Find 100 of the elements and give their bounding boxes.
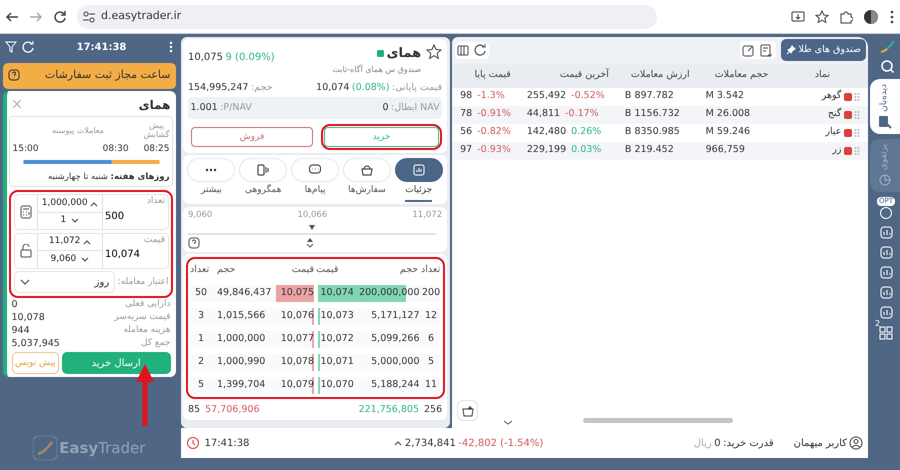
drag-handle-icon[interactable] [854, 92, 860, 102]
volume-value: 26.008 M [706, 108, 750, 120]
sell-count: 3 [196, 308, 206, 323]
unlock-icon[interactable] [20, 244, 32, 258]
add-icon [460, 404, 475, 418]
sell-volume: 1,399,704 [216, 378, 266, 392]
nav-label: NAV ابطال: [391, 101, 440, 116]
drag-handle-icon[interactable] [854, 128, 860, 138]
column-header: حجم [217, 262, 236, 277]
buy-total-volume: 221,756,805 [358, 403, 419, 418]
info-label: هزینه معامله [123, 324, 170, 337]
last-price: 10,075 [188, 51, 223, 65]
min-step-button[interactable]: 1 [38, 212, 102, 230]
price-change: 9 (0.09%) [226, 51, 275, 65]
sell-volume: 1,000,990 [216, 354, 266, 369]
scrollbar[interactable] [583, 418, 734, 423]
max-step-button[interactable]: 1,000,000 [38, 195, 102, 213]
chevron-down-icon [20, 279, 30, 286]
watchlist-select-button[interactable]: صندوق های طلا [780, 39, 866, 61]
user-name[interactable]: کاربر میهمان [794, 436, 847, 450]
side-tab[interactable]: دیده‌بان [870, 79, 900, 134]
caret-down-icon [81, 256, 90, 262]
caret-down-icon [71, 218, 80, 224]
buy-price: 10,072 [320, 332, 355, 346]
buy-total-count: 256 [424, 403, 442, 418]
reload-icon[interactable] [53, 10, 67, 24]
refresh-icon[interactable] [474, 44, 486, 56]
profile-avatar-icon[interactable] [863, 8, 879, 24]
drag-handle-icon[interactable] [854, 146, 860, 156]
grid-icon[interactable] [878, 324, 894, 341]
nav-value: 0 [382, 101, 389, 116]
symbol-name[interactable]: عیار [825, 125, 842, 140]
market-index: 2,734,841 [404, 436, 456, 450]
portfolio-icon [878, 172, 892, 187]
bar-chart-icon[interactable] [878, 304, 894, 320]
site-settings-icon[interactable] [82, 10, 96, 24]
field-label: قیمت [142, 234, 165, 247]
columns-icon[interactable] [457, 44, 470, 56]
column-header: قیمت [316, 262, 338, 277]
currency-label: ریال [694, 436, 712, 450]
chevron-down-icon[interactable] [306, 243, 314, 249]
max-step-button[interactable]: 11,072 [38, 234, 102, 252]
buy-price: 10,073 [320, 308, 355, 323]
close-price: 97 [460, 143, 472, 158]
symbol-name[interactable]: زر [832, 143, 842, 158]
buy-volume: 5,171,127 [370, 308, 420, 323]
sell-price: 10,075 [280, 286, 314, 300]
buy-count: 6 [427, 332, 436, 346]
favorite-star-icon[interactable] [426, 44, 442, 60]
symbol-name[interactable]: گوهر [822, 89, 842, 104]
buy-count: 12 [424, 308, 438, 323]
back-icon[interactable] [5, 10, 19, 24]
sell-price: 10,079 [280, 378, 314, 392]
drag-handle-icon[interactable] [854, 110, 860, 120]
extensions-icon[interactable] [839, 10, 853, 24]
buy-volume: 5,000,000 [370, 354, 420, 369]
clock-alert-icon[interactable] [186, 436, 200, 450]
filter-icon[interactable] [5, 41, 17, 53]
stat-value: 154,995,247 [188, 80, 248, 94]
stat-change: (0.08%) [352, 80, 390, 94]
menu-icon[interactable] [889, 10, 895, 24]
info-value: 944 [12, 324, 30, 337]
column-header: تعداد [421, 262, 440, 277]
min-step-button[interactable]: 9,060 [38, 251, 102, 268]
symbol-name[interactable]: گنج [828, 107, 842, 122]
sell-count: 5 [196, 378, 206, 392]
validity-select[interactable]: روز [14, 271, 116, 294]
caret-up-icon [90, 200, 98, 206]
user-icon[interactable] [849, 436, 864, 450]
sell-price: 10,077 [280, 332, 314, 346]
info-value: 0 [12, 298, 18, 311]
order-hours-banner[interactable]: ساعت مجاز ثبت سفارشات [2, 62, 176, 88]
volume-value: 966,759 [706, 144, 745, 156]
info-label: جمع کل [140, 336, 170, 350]
star-icon[interactable] [815, 10, 829, 24]
chevron-down-icon[interactable] [502, 420, 512, 426]
app-logo-text: EasyTrader [59, 438, 146, 459]
trade-value: 897.782 B [624, 90, 674, 102]
stat-label: حجم: [250, 80, 272, 94]
column-header[interactable]: نماد [814, 69, 830, 80]
range-low: 9,060 [188, 209, 212, 222]
buy-volume: 5,188,244 [370, 378, 420, 392]
weekdays-text: روزهای هفته: شنبه تا چهارشنبه [47, 171, 170, 184]
add-button[interactable] [457, 400, 478, 421]
add-list-icon[interactable] [760, 44, 774, 56]
flag-icon [844, 92, 852, 100]
option-icon[interactable] [879, 206, 893, 220]
sell-price: 10,076 [280, 308, 314, 323]
edit-icon[interactable] [742, 44, 756, 56]
last-price: 255,492 [526, 89, 566, 104]
help-icon[interactable] [188, 237, 200, 249]
stat-value: 10,074 [316, 80, 350, 94]
search-icon[interactable] [880, 59, 895, 74]
column-header: حجم [400, 262, 418, 277]
buy-count: 11 [424, 378, 438, 392]
install-icon[interactable] [791, 10, 805, 24]
help-icon[interactable] [8, 69, 20, 82]
address-bar[interactable]: d.easytrader.ir [77, 4, 657, 28]
buy-count: 5 [427, 354, 436, 369]
kebab-menu-icon[interactable] [169, 41, 173, 53]
